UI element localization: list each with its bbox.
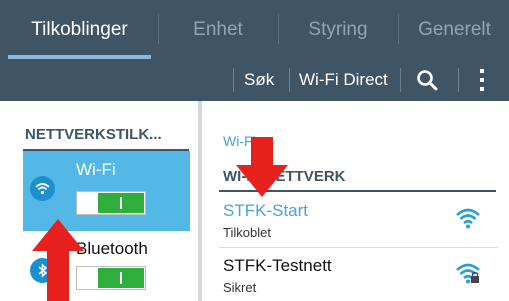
network-row-stfk-start[interactable]: STFK-Start Tilkoblet — [219, 193, 498, 245]
network-name: STFK-Testnett — [223, 256, 332, 275]
section-title: NETTVERKSTILK... — [25, 126, 162, 143]
annotation-arrow-up — [32, 219, 84, 301]
tab-label: Styring — [308, 18, 368, 40]
pane-divider — [198, 101, 202, 301]
wifi-toggle[interactable] — [76, 191, 146, 215]
tab-label: Enhet — [193, 18, 243, 40]
tab-divider — [158, 14, 159, 44]
action-divider — [233, 68, 234, 92]
wifi-label: Wi-Fi — [76, 160, 116, 179]
tab-label: Generelt — [418, 18, 491, 40]
network-status: Sikret — [223, 280, 257, 295]
tab-label: Tilkoblinger — [31, 18, 128, 40]
wifi-locked-icon — [456, 263, 480, 284]
bluetooth-toggle[interactable] — [76, 266, 146, 290]
toggle-knob — [98, 268, 144, 288]
search-button[interactable] — [416, 59, 444, 101]
tab-divider — [398, 14, 399, 44]
search-icon — [417, 70, 438, 91]
action-divider — [458, 68, 459, 92]
toggle-knob — [98, 193, 144, 213]
annotation-arrow-down — [236, 137, 288, 197]
overflow-menu-button[interactable] — [478, 59, 494, 101]
wifi-direct-label: Wi-Fi Direct — [299, 70, 388, 89]
wifi-signal-icon — [456, 208, 480, 229]
network-name: STFK-Start — [223, 201, 309, 220]
wifi-direct-button[interactable]: Wi-Fi Direct — [299, 59, 388, 101]
network-row-stfk-testnett[interactable]: STFK-Testnett Sikret — [219, 248, 498, 300]
search-text-label: Søk — [244, 70, 275, 89]
action-divider — [289, 68, 290, 92]
search-text-button[interactable]: Søk — [244, 59, 274, 101]
more-vert-icon — [480, 69, 484, 91]
tab-divider — [278, 14, 279, 44]
wifi-icon — [30, 176, 55, 201]
bluetooth-label: Bluetooth — [76, 239, 148, 258]
tab-generelt[interactable]: Generelt — [400, 0, 509, 59]
action-divider — [400, 68, 401, 92]
tab-styring[interactable]: Styring — [280, 0, 396, 59]
tab-enhet[interactable]: Enhet — [160, 0, 276, 59]
tab-tilkoblinger[interactable]: Tilkoblinger — [8, 0, 151, 59]
network-status: Tilkoblet — [223, 225, 271, 240]
